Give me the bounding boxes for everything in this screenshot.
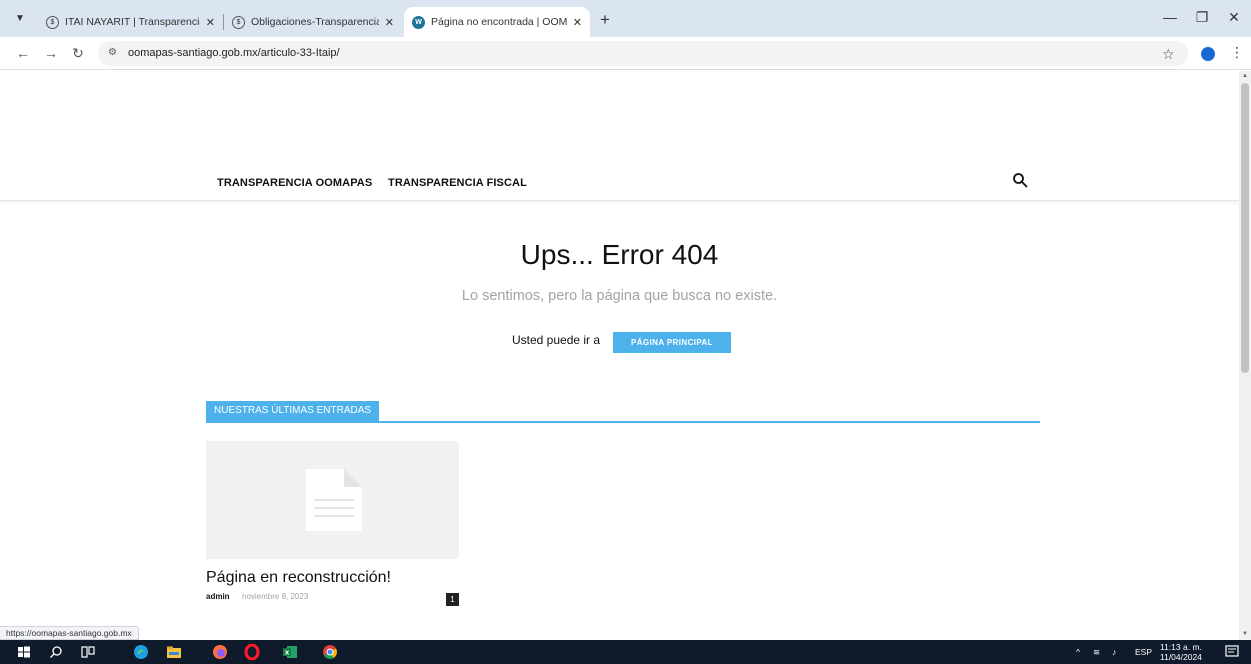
search-icon[interactable] [1012, 172, 1028, 188]
clock-date: 11/04/2024 [1160, 652, 1202, 662]
page-scrollbar[interactable]: ▲ ▼ [1239, 71, 1251, 640]
notifications-icon[interactable] [1224, 644, 1240, 660]
status-bar-url: https://oomapas-santiago.gob.mx [0, 626, 139, 640]
site-info-icon[interactable]: ⚙ [108, 47, 117, 58]
error-title: Ups... Error 404 [520, 239, 719, 270]
goto-text: Usted puede ir a [512, 333, 601, 347]
back-icon[interactable]: ← [15, 45, 31, 61]
tab-close-icon[interactable]: ✕ [573, 16, 582, 29]
scrollbar-thumb[interactable] [1241, 83, 1249, 373]
tab-title: Obligaciones-Transparencia | IT [251, 16, 379, 28]
excel-icon[interactable]: x [282, 644, 298, 660]
edge-browser-icon[interactable] [133, 644, 149, 660]
reload-icon[interactable]: ↻ [70, 45, 86, 62]
scroll-up-icon[interactable]: ▲ [1242, 73, 1248, 79]
taskbar-clock[interactable]: 11:13 a. m. 11/04/2024 [1160, 642, 1202, 662]
volume-icon[interactable]: ♪ [1112, 647, 1116, 657]
tab-title: ITAI NAYARIT | Transparencia [65, 16, 200, 28]
window-close-icon[interactable]: ✕ [1224, 9, 1244, 26]
site-main-menu: TRANSPARENCIA OOMAPAS TRANSPARENCIA FISC… [0, 163, 1239, 201]
scroll-down-icon[interactable]: ▼ [1242, 631, 1248, 637]
firefox-icon[interactable] [212, 644, 228, 660]
task-view-icon[interactable] [80, 644, 96, 660]
address-bar[interactable]: ⚙ oomapas-santiago.gob.mx/articulo-33-It… [98, 41, 1188, 66]
search-icon[interactable] [48, 644, 64, 660]
tab-obligaciones-transparencia[interactable]: $ Obligaciones-Transparencia | IT ✕ [224, 7, 402, 37]
post-date: noviembre 8, 2023 [242, 592, 309, 601]
forward-icon[interactable]: → [43, 45, 59, 61]
new-tab-icon[interactable]: + [600, 10, 610, 30]
tab-close-icon[interactable]: ✕ [385, 16, 394, 29]
tab-search-chevron-icon[interactable]: ▼ [12, 11, 28, 27]
post-title[interactable]: Página en reconstrucción! [206, 569, 391, 587]
home-page-button[interactable]: PÁGINA PRINCIPAL [613, 332, 731, 353]
latest-posts-heading-label: NUESTRAS ÚLTIMAS ENTRADAS [206, 401, 380, 421]
profile-avatar-icon[interactable] [1201, 47, 1215, 61]
file-explorer-icon[interactable] [166, 644, 182, 660]
svg-text:x: x [285, 649, 290, 657]
itai-favicon-icon: $ [46, 15, 59, 29]
chrome-icon[interactable] [322, 644, 338, 660]
tab-title: Página no encontrada | OOMAP [431, 16, 567, 28]
windows-taskbar: x ^ ≋ ♪ ESP 11:13 a. m. 11/04/2024 [0, 640, 1251, 664]
post-thumbnail[interactable] [206, 441, 459, 559]
tab-pagina-no-encontrada[interactable]: W Página no encontrada | OOMAP ✕ [404, 7, 590, 37]
tab-close-icon[interactable]: ✕ [206, 16, 215, 29]
show-hidden-icons-icon[interactable]: ^ [1076, 647, 1080, 657]
wordpress-icon: W [412, 15, 425, 29]
browser-tab-strip: ▼ $ ITAI NAYARIT | Transparencia ✕ $ Obl… [0, 0, 1251, 37]
page-viewport: TRANSPARENCIA OOMAPAS TRANSPARENCIA FISC… [0, 71, 1239, 640]
menu-item-transparencia-fiscal[interactable]: TRANSPARENCIA FISCAL [388, 177, 527, 189]
opera-icon[interactable] [244, 644, 260, 660]
browser-toolbar: ← → ↻ ⚙ oomapas-santiago.gob.mx/articulo… [0, 37, 1251, 70]
menu-item-transparencia-oomapas[interactable]: TRANSPARENCIA OOMAPAS [217, 177, 372, 189]
post-comment-count[interactable]: 1 [446, 593, 459, 606]
clock-time: 11:13 a. m. [1160, 642, 1202, 652]
error-subtitle: Lo sentimos, pero la página que busca no… [461, 288, 778, 304]
document-placeholder-icon [306, 469, 362, 531]
latest-posts-heading: NUESTRAS ÚLTIMAS ENTRADAS [206, 401, 1040, 423]
language-indicator[interactable]: ESP [1135, 647, 1152, 657]
windows-start-icon[interactable] [16, 644, 32, 660]
itai-favicon-icon: $ [232, 15, 245, 29]
minimize-icon[interactable]: — [1160, 9, 1180, 25]
tab-itai-nayarit[interactable]: $ ITAI NAYARIT | Transparencia ✕ [38, 7, 223, 37]
post-author[interactable]: admin [206, 592, 230, 601]
wifi-icon[interactable]: ≋ [1093, 647, 1100, 658]
address-url[interactable]: oomapas-santiago.gob.mx/articulo-33-Itai… [128, 47, 340, 59]
bookmark-star-icon[interactable]: ☆ [1162, 46, 1175, 63]
browser-menu-icon[interactable]: ⋮ [1230, 44, 1244, 61]
restore-icon[interactable]: ❐ [1192, 9, 1212, 26]
